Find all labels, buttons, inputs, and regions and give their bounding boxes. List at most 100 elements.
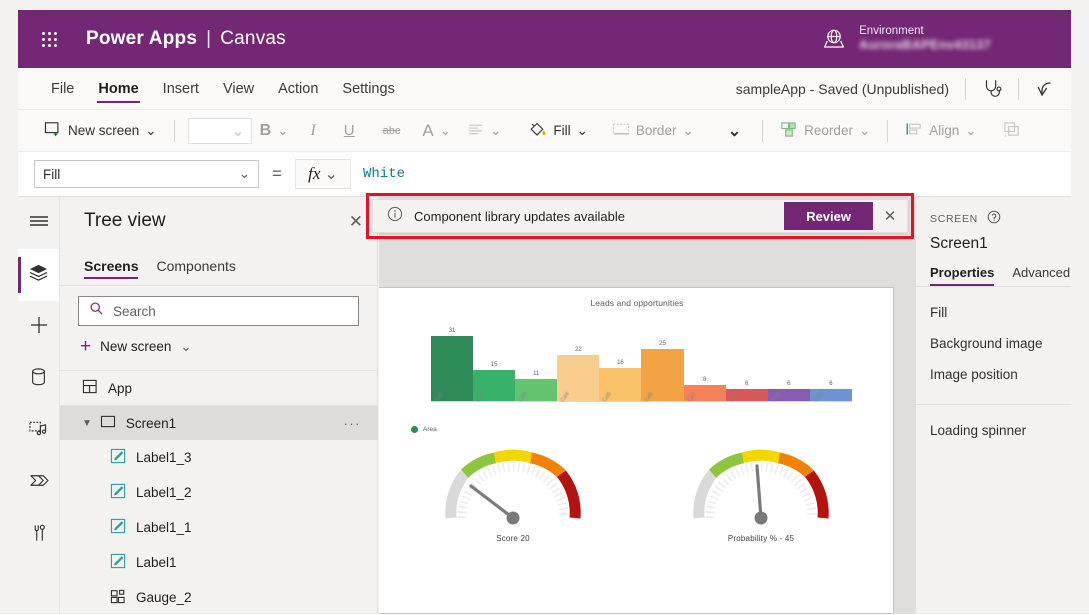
tree-item-label: Label1_3 [136, 450, 192, 465]
chart-legend: Area [411, 426, 877, 433]
label-icon [110, 518, 126, 537]
tree-view-panel: Tree view ✕ Screens Components Search + … [60, 197, 378, 614]
rail-item-variables[interactable] [18, 509, 59, 561]
property-select[interactable]: Fill ⌄ [34, 160, 259, 188]
chevron-down-icon[interactable]: ▼ [82, 418, 92, 429]
properties-panel-kind-row: SCREEN [930, 210, 1071, 227]
rail-item-data[interactable] [18, 353, 59, 405]
reorder-button[interactable]: Reorder ⌄ [772, 116, 878, 146]
tree-item-label1_3[interactable]: Label1_3 [60, 440, 377, 475]
canvas-area[interactable]: Leads and opportunities 31 15 11 22 16 25 8 6 6 6… [379, 197, 915, 614]
banner-close-icon[interactable]: ✕ [873, 207, 907, 225]
strikethrough-button[interactable]: abc [369, 116, 415, 146]
menu-item-view[interactable]: View [212, 68, 265, 109]
tree-item-gauge_2[interactable]: Gauge_2 [60, 580, 377, 615]
font-size-select[interactable]: ⌄ [187, 117, 252, 144]
plus-icon: + [80, 336, 92, 357]
search-icon [89, 301, 104, 321]
gauge-score[interactable]: Score 20 [389, 438, 637, 543]
variables-tools-icon [30, 523, 48, 548]
app-screen-preview[interactable]: Leads and opportunities 31 15 11 22 16 25 8 6 6 6… [379, 287, 894, 614]
selected-control-name: Screen1 [930, 235, 988, 252]
fx-button[interactable]: fx ⌄ [295, 159, 351, 189]
gauge-group: Score 20 Probability % - 45 [389, 438, 885, 543]
tree-item-app[interactable]: App [60, 370, 377, 405]
bold-label: B [259, 121, 272, 139]
help-circle-icon[interactable] [987, 210, 1001, 227]
border-icon [612, 122, 630, 139]
gauge-component-icon [110, 589, 126, 607]
menu-item-file[interactable]: File [40, 68, 85, 109]
group-button[interactable] [995, 116, 1029, 146]
menu-item-home[interactable]: Home [87, 68, 149, 109]
formula-input[interactable]: White [363, 166, 1071, 182]
tab-components[interactable]: Components [156, 258, 235, 279]
close-icon[interactable]: ✕ [349, 213, 363, 230]
review-button[interactable]: Review [784, 202, 873, 230]
label-icon [110, 483, 126, 502]
chart-bar-value: 31 [448, 328, 456, 335]
group-icon [1003, 121, 1021, 141]
search-input[interactable]: Search [78, 296, 359, 326]
tab-properties[interactable]: Properties [930, 265, 995, 286]
property-fill[interactable]: Fill [930, 297, 1071, 328]
properties-panel-header: SCREEN Screen1 [916, 197, 1071, 253]
waffle-grid-icon[interactable] [32, 31, 66, 47]
tree-item-screen1[interactable]: ▼ Screen1 ··· [60, 405, 377, 440]
environment-picker[interactable]: Environment AuroraBAPEnv43137 [821, 24, 991, 54]
environment-globe-icon [821, 26, 847, 52]
fill-paint-bucket-icon [527, 120, 547, 142]
tree-item-label: Label1_2 [136, 485, 192, 500]
leads-and-opportunities-chart[interactable]: Leads and opportunities 31 15 11 22 16 25 8 6 6 6… [397, 294, 877, 433]
undo-arrow-icon[interactable] [1019, 68, 1071, 109]
ribbon-more-button[interactable]: ⌄ [716, 116, 753, 146]
property-image-position[interactable]: Image position [930, 359, 1071, 390]
tree-view-layers-icon [28, 263, 49, 287]
fx-label: fx [308, 164, 321, 183]
border-button[interactable]: Border ⌄ [604, 116, 702, 146]
chevron-down-icon: ⌄ [490, 122, 502, 138]
rail-item-tree-view[interactable] [18, 249, 59, 301]
new-screen-button[interactable]: New screen ⌄ [36, 116, 165, 146]
gauge-score-dial [445, 449, 581, 525]
rail-item-media[interactable] [18, 405, 59, 457]
property-loading-spinner[interactable]: Loading spinner [930, 415, 1071, 446]
app-checker-stethoscope-icon[interactable] [966, 68, 1018, 109]
tab-advanced[interactable]: Advanced [1012, 265, 1070, 286]
media-icon [28, 419, 49, 443]
menu-item-insert[interactable]: Insert [152, 68, 210, 109]
properties-group-primary: Fill Background image Image position [916, 286, 1071, 404]
text-align-button[interactable]: ⌄ [459, 116, 509, 146]
label-icon [110, 553, 126, 572]
properties-panel: SCREEN Screen1 Properties Advanced Fill … [915, 197, 1071, 614]
tree-item-label1[interactable]: Label1 [60, 545, 377, 580]
tab-screens[interactable]: Screens [84, 258, 139, 279]
font-color-button[interactable]: A ⌄ [414, 116, 459, 146]
new-screen-tree-button[interactable]: + New screen ⌄ [78, 337, 359, 356]
chevron-down-icon: ⌄ [439, 122, 452, 138]
menu-item-settings[interactable]: Settings [331, 68, 405, 109]
tree-view-list: App ▼ Screen1 ··· Label1_3 Label1_2 Labe… [60, 370, 377, 615]
menu-item-action[interactable]: Action [267, 68, 329, 109]
underline-button[interactable]: U [330, 116, 369, 146]
property-background-image[interactable]: Background image [930, 328, 1071, 359]
menu-items: File Home Insert View Action Settings [18, 68, 406, 109]
tree-item-label1_2[interactable]: Label1_2 [60, 475, 377, 510]
brand-title[interactable]: Power Apps | Canvas [86, 28, 286, 50]
fill-button[interactable]: Fill ⌄ [519, 116, 596, 146]
power-automate-flow-icon [28, 471, 49, 495]
align-button[interactable]: Align ⌄ [897, 116, 984, 146]
gauge-probability[interactable]: Probability % - 45 [637, 438, 885, 543]
gauge-score-caption: Score 20 [496, 534, 530, 543]
align-group-icon [905, 121, 923, 140]
rail-item-power-automate[interactable] [18, 457, 59, 509]
italic-button[interactable]: I [296, 116, 329, 146]
tree-item-overflow-button[interactable]: ··· [344, 416, 362, 431]
bold-button[interactable]: B ⌄ [252, 116, 297, 146]
tree-item-label1_1[interactable]: Label1_1 [60, 510, 377, 545]
rail-item-insert[interactable] [18, 301, 59, 353]
hamburger-menu-icon [29, 214, 49, 233]
chart-bar-value: 16 [617, 360, 624, 367]
rail-item-hamburger[interactable] [18, 197, 59, 249]
new-screen-label: New screen [68, 123, 140, 138]
